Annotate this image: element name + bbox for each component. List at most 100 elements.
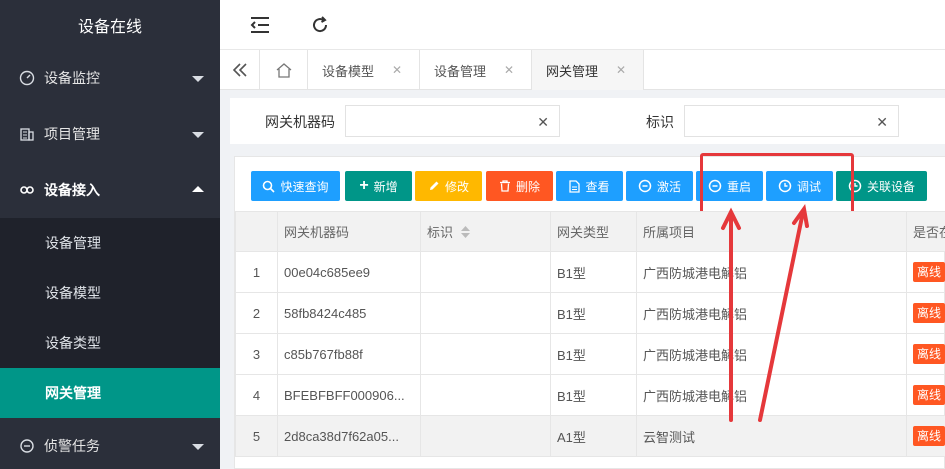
row-index: 4	[235, 374, 278, 416]
table-row[interactable]: 3 c85b767fb88f B1型 广西防城港电解铝 离线	[235, 333, 945, 375]
sidebar-item-label: 设备监控	[44, 70, 100, 86]
table-row[interactable]: 4 BFEBFBFF000906... B1型 广西防城港电解铝 离线	[235, 374, 945, 416]
tab-device-manage[interactable]: 设备管理 ✕	[420, 50, 532, 90]
document-icon	[569, 179, 581, 193]
gateway-type-cell: B1型	[550, 333, 637, 375]
table-row[interactable]: 2 58fb8424c485 B1型 广西防城港电解铝 离线	[235, 292, 945, 334]
table-row[interactable]: 5 2d8ca38d7f62a05... A1型 云智测试 离线	[235, 415, 945, 457]
gateway-code-input[interactable]	[346, 106, 559, 136]
view-button[interactable]: 查看	[556, 171, 623, 201]
online-cell: 离线	[906, 415, 945, 457]
sidebar-item-gateway-manage[interactable]: 网关管理	[0, 368, 220, 418]
gateway-code-field[interactable]: ✕	[345, 105, 560, 137]
chevron-down-icon	[192, 132, 204, 138]
button-label: 激活	[656, 179, 681, 194]
task-icon	[18, 437, 36, 455]
annotation-highlight-box	[700, 153, 854, 215]
tab-gateway-manage[interactable]: 网关管理 ✕	[532, 50, 644, 90]
delete-button[interactable]: 删除	[486, 171, 553, 201]
online-cell: 离线	[906, 374, 945, 416]
row-index: 3	[235, 333, 278, 375]
sidebar-item-device-model[interactable]: 设备模型	[0, 268, 220, 318]
tab-label: 网关管理	[546, 63, 599, 79]
header-online: 是否在	[906, 211, 945, 252]
pencil-icon	[428, 180, 440, 192]
project-cell: 广西防城港电解铝	[636, 333, 907, 375]
tab-label: 设备模型	[322, 63, 375, 79]
sort-icon[interactable]	[461, 226, 471, 241]
gateway-code-label: 网关机器码	[265, 114, 335, 130]
project-cell: 广西防城港电解铝	[636, 251, 907, 293]
button-label: 修改	[444, 179, 469, 194]
sidebar-item-device-type[interactable]: 设备类型	[0, 318, 220, 368]
trash-icon	[499, 180, 511, 192]
button-label: 快速查询	[280, 179, 329, 194]
ident-cell	[420, 251, 551, 293]
tab-device-model[interactable]: 设备模型 ✕	[308, 50, 420, 90]
gateway-code-cell: c85b767fb88f	[277, 333, 421, 375]
button-label: 新增	[373, 179, 398, 194]
gauge-icon	[18, 69, 36, 87]
status-badge: 离线	[913, 344, 945, 364]
gateway-type-cell: B1型	[550, 374, 637, 416]
sidebar-item-label: 项目管理	[44, 126, 100, 142]
project-cell: 广西防城港电解铝	[636, 292, 907, 334]
button-label: 关联设备	[866, 179, 915, 194]
sidebar: 设备在线 设备监控 项目管理 设备接入 设备管理 设备模型 设备类型 网关管理 …	[0, 0, 220, 469]
chevron-down-icon	[192, 444, 204, 450]
ident-cell	[420, 333, 551, 375]
ident-label: 标识	[646, 114, 674, 130]
add-button[interactable]: + 新增	[345, 171, 412, 201]
sidebar-item-alarm-task[interactable]: 侦警任务	[0, 418, 220, 469]
sidebar-item-project-manage[interactable]: 项目管理	[0, 106, 220, 162]
top-header	[220, 0, 945, 50]
gateway-table: 网关机器码 标识 网关类型 所属项目 是否在 1 00e04c685ee9 B1…	[235, 211, 945, 457]
search-icon	[262, 180, 276, 193]
row-index: 1	[235, 251, 278, 293]
toolbar: 快速查询 + 新增 修改 删除 查看 激活 重启 调试 关联设备	[235, 153, 945, 215]
header-label: 标识	[427, 224, 454, 240]
row-index: 5	[235, 415, 278, 457]
close-icon[interactable]: ✕	[504, 63, 514, 77]
refresh-icon[interactable]	[308, 13, 332, 37]
sidebar-item-label: 设备接入	[44, 182, 100, 198]
clear-icon[interactable]: ✕	[537, 114, 549, 131]
tab-bar: 设备模型 ✕ 设备管理 ✕ 网关管理 ✕	[220, 50, 945, 90]
sidebar-item-device-access[interactable]: 设备接入	[0, 162, 220, 218]
status-badge: 离线	[913, 303, 945, 323]
tab-label: 设备管理	[434, 63, 487, 79]
gateway-code-cell: 2d8ca38d7f62a05...	[277, 415, 421, 457]
online-cell: 离线	[906, 333, 945, 375]
ident-field[interactable]: ✕	[684, 105, 899, 137]
ident-cell	[420, 374, 551, 416]
gateway-code-cell: 58fb8424c485	[277, 292, 421, 334]
close-icon[interactable]: ✕	[392, 63, 402, 77]
header-gateway-code: 网关机器码	[277, 211, 421, 252]
button-label: 删除	[515, 179, 540, 194]
quick-query-button[interactable]: 快速查询	[251, 171, 340, 201]
close-icon[interactable]: ✕	[616, 63, 626, 77]
sidebar-item-device-monitor[interactable]: 设备监控	[0, 50, 220, 106]
tab-scroll-left-icon[interactable]	[220, 50, 260, 90]
plus-icon: +	[359, 177, 369, 194]
gateway-code-cell: BFEBFBFF000906...	[277, 374, 421, 416]
activate-button[interactable]: 激活	[626, 171, 693, 201]
clear-icon[interactable]: ✕	[876, 114, 888, 131]
chevron-up-icon	[192, 186, 204, 192]
home-icon[interactable]	[260, 50, 308, 90]
header-project: 所属项目	[636, 211, 907, 252]
app-title: 设备在线	[0, 0, 220, 50]
ident-cell	[420, 292, 551, 334]
sidebar-item-device-manage[interactable]: 设备管理	[0, 218, 220, 268]
header-gateway-type: 网关类型	[550, 211, 637, 252]
table-row[interactable]: 1 00e04c685ee9 B1型 广西防城港电解铝 离线	[235, 251, 945, 293]
ident-input[interactable]	[685, 106, 898, 136]
header-ident[interactable]: 标识	[420, 211, 551, 252]
edit-button[interactable]: 修改	[415, 171, 482, 201]
collapse-menu-icon[interactable]	[248, 13, 272, 37]
sidebar-item-label: 侦警任务	[44, 438, 100, 454]
table-header-row: 网关机器码 标识 网关类型 所属项目 是否在	[235, 211, 945, 252]
ident-cell	[420, 415, 551, 457]
button-label: 查看	[585, 179, 610, 194]
project-cell: 云智测试	[636, 415, 907, 457]
